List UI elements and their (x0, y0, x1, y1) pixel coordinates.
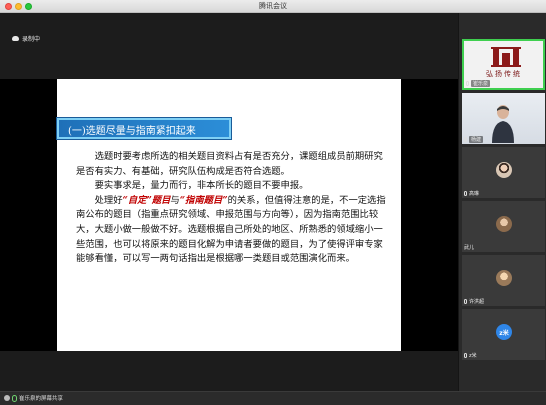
highlight-term: “指南题目” (179, 194, 228, 206)
participant-name: 武儿 (464, 245, 475, 251)
slide-paragraph: 要实事求是，量力而行，非本所长的题目不要申报。 (94, 180, 309, 192)
avatar (496, 216, 512, 232)
participant-name-tag: 许洪超 (464, 298, 484, 305)
mic-icon (466, 81, 469, 86)
participant-tile[interactable]: 弘扬传统 崔乐泉 (462, 39, 545, 90)
sharer-label: 崔乐泉的屏幕共享 (19, 396, 64, 402)
participant-tile[interactable]: 许洪超 (462, 255, 545, 306)
window-title: 腾讯会议 (259, 2, 287, 10)
avatar (496, 162, 512, 178)
meeting-window: 腾讯会议 录制中 (一)选题尽量与指南紧扣起来 选题时要考虑所选的相关题目资料占… (0, 0, 546, 405)
slide-heading: (一)选题尽量与指南紧扣起来 (68, 126, 196, 137)
participant-name: 崔乐泉 (471, 80, 491, 87)
avatar: z米 (496, 324, 512, 340)
paragraph-text: 处理好 (94, 194, 123, 206)
recording-indicator[interactable]: 录制中 (12, 34, 40, 43)
recording-label: 录制中 (22, 36, 41, 43)
slide-paragraph: 选题时要考虑所选的相关题目资料占有是否充分，课题组成员前期研究是否有实力、有基础… (76, 151, 383, 177)
mic-icon (464, 137, 467, 142)
mic-muted-icon (464, 299, 467, 304)
cloud-record-icon (12, 36, 19, 41)
user-icon (4, 395, 10, 401)
mic-muted-icon (464, 353, 467, 358)
participant-name-tag: 武儿 (464, 244, 474, 251)
camera-feed (492, 105, 514, 143)
slide-banner: (一)选题尽量与指南紧扣起来 (57, 118, 231, 139)
participant-name: 许洪超 (469, 299, 485, 305)
slide-paragraph: 处理好“自定”题目与“指南题目”的关系，但值得注意的是，不一定选指南公布的题目（… (76, 194, 386, 267)
bottom-toolbar: 崔乐泉的屏幕共享 (0, 391, 546, 405)
avatar (496, 270, 512, 286)
participant-tile[interactable]: 杨建 (462, 93, 545, 144)
participant-name: 杨建 (469, 136, 484, 143)
participant-name-tag: 杨建 (464, 136, 484, 143)
participant-tile[interactable]: z米 z米 (462, 309, 545, 360)
logo-lettering: 弘扬传统 (486, 70, 522, 78)
mic-muted-icon (464, 191, 467, 196)
shared-screen-stage: 录制中 (一)选题尽量与指南紧扣起来 选题时要考虑所选的相关题目资料占有是否充分… (0, 13, 458, 391)
screen-share-view[interactable]: (一)选题尽量与指南紧扣起来 选题时要考虑所选的相关题目资料占有是否充分，课题组… (0, 79, 458, 351)
participant-tile[interactable]: 武儿 (462, 201, 545, 252)
paragraph-text: 与 (170, 194, 180, 206)
participant-name-tag: 崔乐泉 (466, 80, 491, 87)
participant-name-tag: 高琳 (464, 190, 479, 197)
screen-share-status[interactable]: 崔乐泉的屏幕共享 (4, 394, 63, 402)
participant-panel: 弘扬传统 崔乐泉 杨建 高琳 武儿 许洪超 z米 z米 (458, 13, 546, 391)
participant-name: z米 (469, 353, 477, 359)
participant-name: 高琳 (469, 191, 480, 197)
presentation-slide: (一)选题尽量与指南紧扣起来 选题时要考虑所选的相关题目资料占有是否充分，课题组… (57, 79, 401, 351)
participant-tile[interactable]: 高琳 (462, 147, 545, 198)
highlight-term: “自定”题目 (122, 194, 171, 206)
slide-body: 选题时要考虑所选的相关题目资料占有是否充分，课题组成员前期研究是否有实力、有基础… (76, 150, 386, 267)
mic-icon (12, 394, 17, 402)
title-bar: 腾讯会议 (0, 0, 546, 13)
participant-name-tag: z米 (464, 352, 477, 359)
